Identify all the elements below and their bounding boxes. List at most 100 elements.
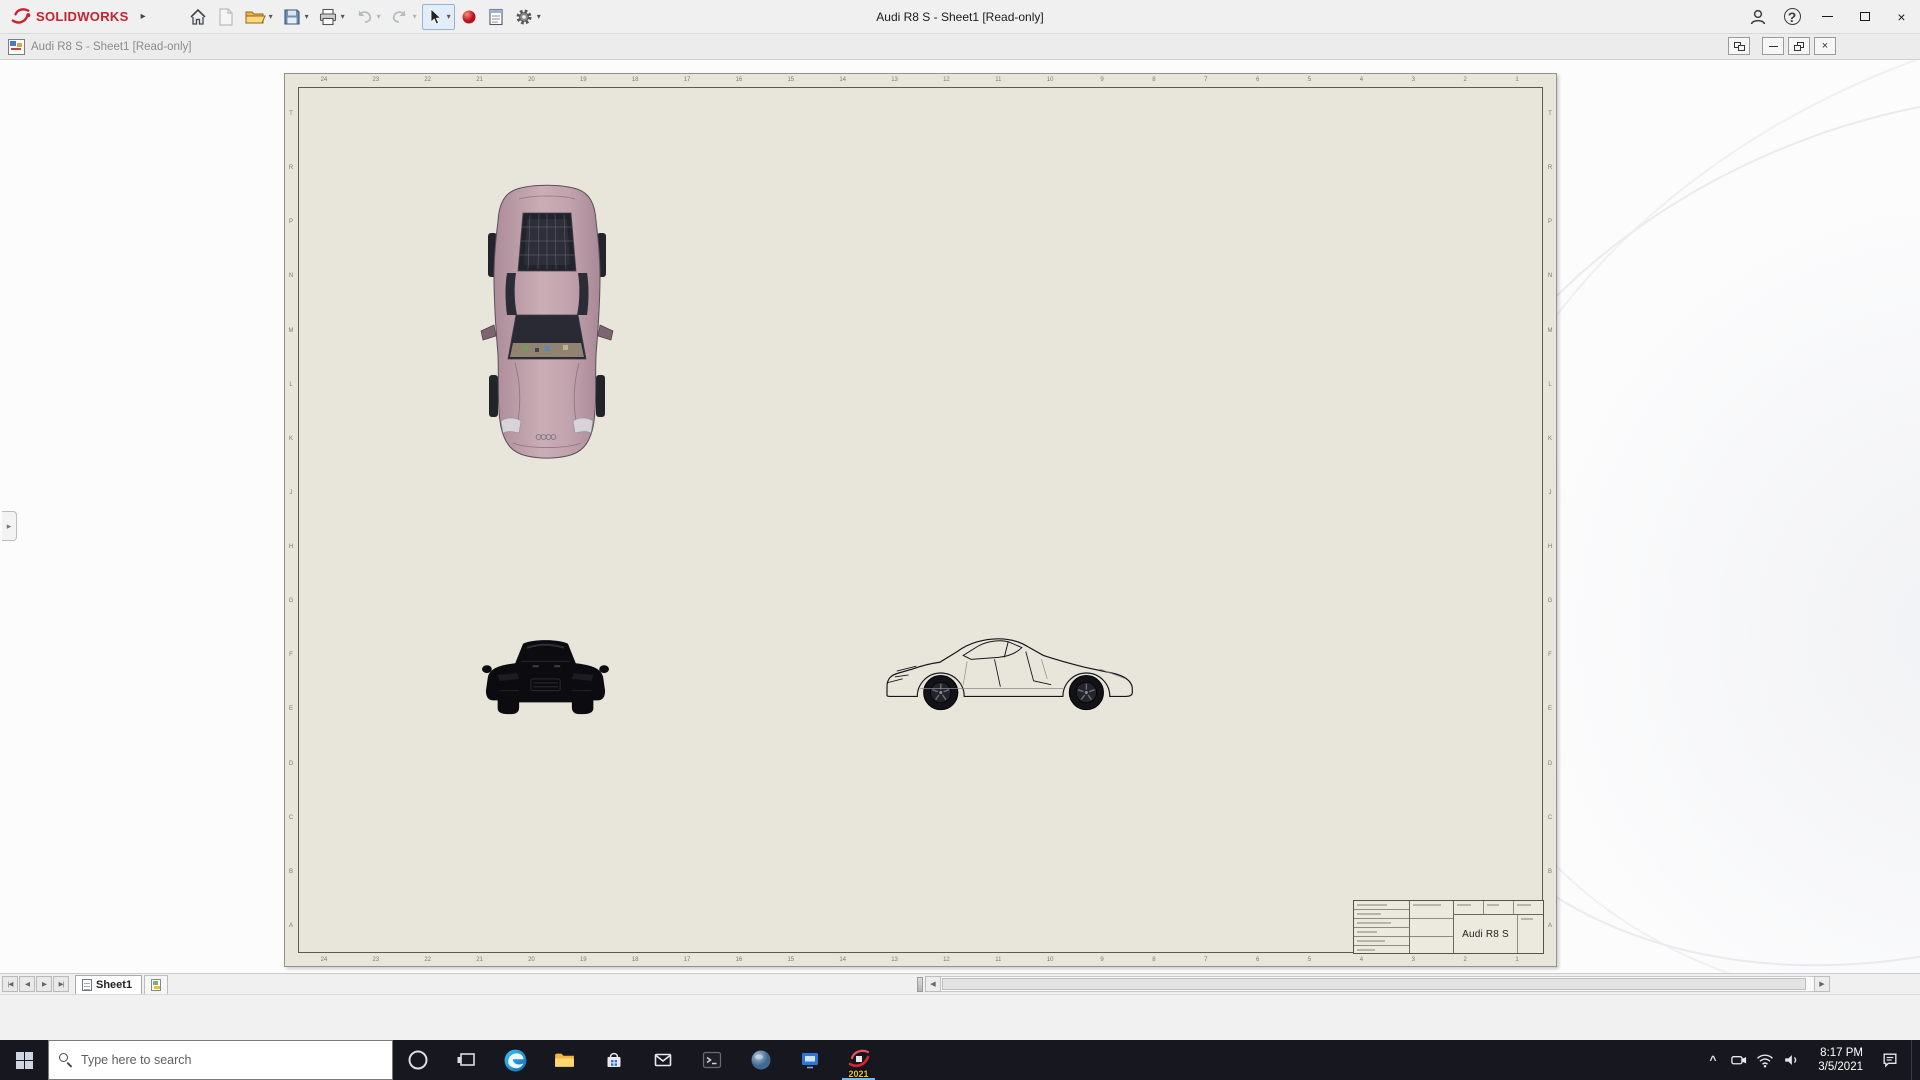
tray-overflow-button[interactable]: ^ — [1701, 1040, 1725, 1080]
print-button[interactable]: ▾ — [314, 4, 349, 30]
search-icon — [59, 1053, 73, 1067]
account-button[interactable] — [1741, 0, 1775, 34]
appbar-right-controls: ? × — [1741, 0, 1920, 34]
document-window-controls: × — [1728, 37, 1836, 55]
sheet-icon — [82, 979, 92, 991]
title-block-mid-grid — [1410, 901, 1454, 953]
doc-minimize-button[interactable] — [1762, 37, 1784, 55]
tile-windows-icon — [1734, 42, 1745, 51]
search-input[interactable] — [81, 1053, 382, 1067]
scroll-left-button[interactable]: ◀ — [925, 976, 941, 992]
car-front-view[interactable] — [482, 634, 609, 718]
zone-labels-right: TRPNMLKJHGFEDCBA — [1544, 87, 1556, 953]
zone-label: 22 — [402, 74, 454, 86]
sheet-tab-active[interactable]: Sheet1 — [75, 975, 142, 994]
help-button[interactable]: ? — [1775, 0, 1809, 34]
scrollbar-track[interactable] — [941, 976, 1814, 992]
options-dropdown[interactable]: ▾ — [537, 12, 541, 21]
zone-label: 8 — [1128, 74, 1180, 86]
car-side-view[interactable] — [875, 630, 1157, 716]
edge-button[interactable] — [491, 1040, 540, 1080]
doc-restore-button[interactable] — [1788, 37, 1810, 55]
close-button[interactable]: × — [1883, 0, 1920, 34]
undo-dropdown[interactable]: ▾ — [377, 12, 381, 21]
zone-label: D — [285, 737, 297, 791]
redo-button[interactable]: ▾ — [386, 4, 421, 30]
file-explorer-icon — [552, 1048, 577, 1073]
zone-label: A — [285, 899, 297, 953]
zone-label: 1 — [1491, 954, 1543, 966]
select-dropdown[interactable]: ▾ — [447, 12, 451, 21]
clock-date: 3/5/2021 — [1818, 1060, 1863, 1074]
doc-close-button[interactable]: × — [1814, 37, 1836, 55]
title-block-left-grid — [1354, 901, 1410, 953]
scrollbar-thumb[interactable] — [942, 978, 1806, 990]
zone-label: M — [285, 304, 297, 358]
tile-windows-button[interactable] — [1728, 37, 1750, 55]
action-center-icon — [1880, 1050, 1900, 1070]
edge-icon — [503, 1048, 528, 1073]
sphere-button[interactable] — [456, 4, 482, 30]
meet-now-button[interactable] — [1727, 1040, 1751, 1080]
last-sheet-button[interactable]: ▶| — [53, 976, 69, 992]
file-explorer-button[interactable] — [540, 1040, 589, 1080]
zone-label: N — [1544, 249, 1556, 303]
show-desktop-button[interactable] — [1911, 1040, 1916, 1080]
zone-label: H — [1544, 520, 1556, 574]
remote-desktop-button[interactable] — [785, 1040, 834, 1080]
save-dropdown[interactable]: ▾ — [305, 12, 309, 21]
task-view-button[interactable] — [442, 1040, 491, 1080]
zone-label: 10 — [1024, 954, 1076, 966]
print-dropdown[interactable]: ▾ — [341, 12, 345, 21]
terminal-icon — [700, 1048, 724, 1072]
terminal-button[interactable] — [687, 1040, 736, 1080]
graphics-viewport[interactable]: ▸ 24232221201918171615141312111098765432… — [0, 60, 1920, 973]
zone-label: D — [1544, 737, 1556, 791]
drawing-sheet[interactable]: 242322212019181716151413121110987654321 … — [284, 73, 1557, 967]
first-sheet-button[interactable]: |◀ — [2, 976, 18, 992]
open-button[interactable]: ▾ — [240, 4, 277, 30]
new-document-button[interactable] — [213, 4, 239, 30]
redo-dropdown[interactable]: ▾ — [413, 12, 417, 21]
mail-button[interactable] — [638, 1040, 687, 1080]
open-dropdown[interactable]: ▾ — [269, 12, 273, 21]
taskbar-search-box[interactable] — [48, 1040, 393, 1080]
chevron-up-icon: ^ — [1709, 1053, 1716, 1067]
start-button[interactable] — [0, 1040, 48, 1080]
maximize-button[interactable] — [1846, 0, 1883, 34]
options-button[interactable]: ▾ — [510, 4, 545, 30]
close-icon: × — [1897, 10, 1905, 24]
feature-tree-flyout-tab[interactable]: ▸ — [2, 511, 17, 541]
zone-label: M — [1544, 304, 1556, 358]
horizontal-scrollbar[interactable]: ◀ ▶ — [925, 976, 1830, 993]
network-button[interactable] — [1753, 1040, 1777, 1080]
undo-button[interactable]: ▾ — [350, 4, 385, 30]
meet-now-icon — [1729, 1050, 1749, 1070]
zone-label: L — [285, 358, 297, 412]
save-button[interactable]: ▾ — [278, 4, 313, 30]
volume-button[interactable] — [1779, 1040, 1803, 1080]
car-top-view[interactable] — [482, 185, 612, 460]
cortana-button[interactable] — [393, 1040, 442, 1080]
scroll-right-button[interactable]: ▶ — [1814, 976, 1830, 992]
next-sheet-button[interactable]: ▶ — [36, 976, 52, 992]
store-button[interactable] — [589, 1040, 638, 1080]
menu-flyout-arrow[interactable]: ▸ — [139, 11, 156, 22]
browser-button[interactable] — [736, 1040, 785, 1080]
print-icon — [318, 7, 338, 27]
zone-label: 4 — [1336, 74, 1388, 86]
select-tool-button[interactable]: ▾ — [422, 4, 455, 30]
windows-start-icon — [16, 1052, 33, 1069]
browser-icon — [749, 1048, 773, 1072]
solidworks-taskbar-button[interactable]: 2021 — [834, 1040, 883, 1080]
sheet-properties-button[interactable] — [483, 4, 509, 30]
zone-label: 11 — [972, 74, 1024, 86]
taskbar-clock[interactable]: 8:17 PM 3/5/2021 — [1805, 1046, 1869, 1075]
open-folder-icon — [244, 7, 266, 27]
tabs-scroll-splitter[interactable] — [917, 977, 923, 992]
previous-sheet-button[interactable]: ◀ — [19, 976, 35, 992]
minimize-button[interactable] — [1809, 0, 1846, 34]
home-button[interactable] — [184, 4, 212, 30]
action-center-button[interactable] — [1871, 1040, 1909, 1080]
add-sheet-button[interactable] — [144, 975, 168, 994]
